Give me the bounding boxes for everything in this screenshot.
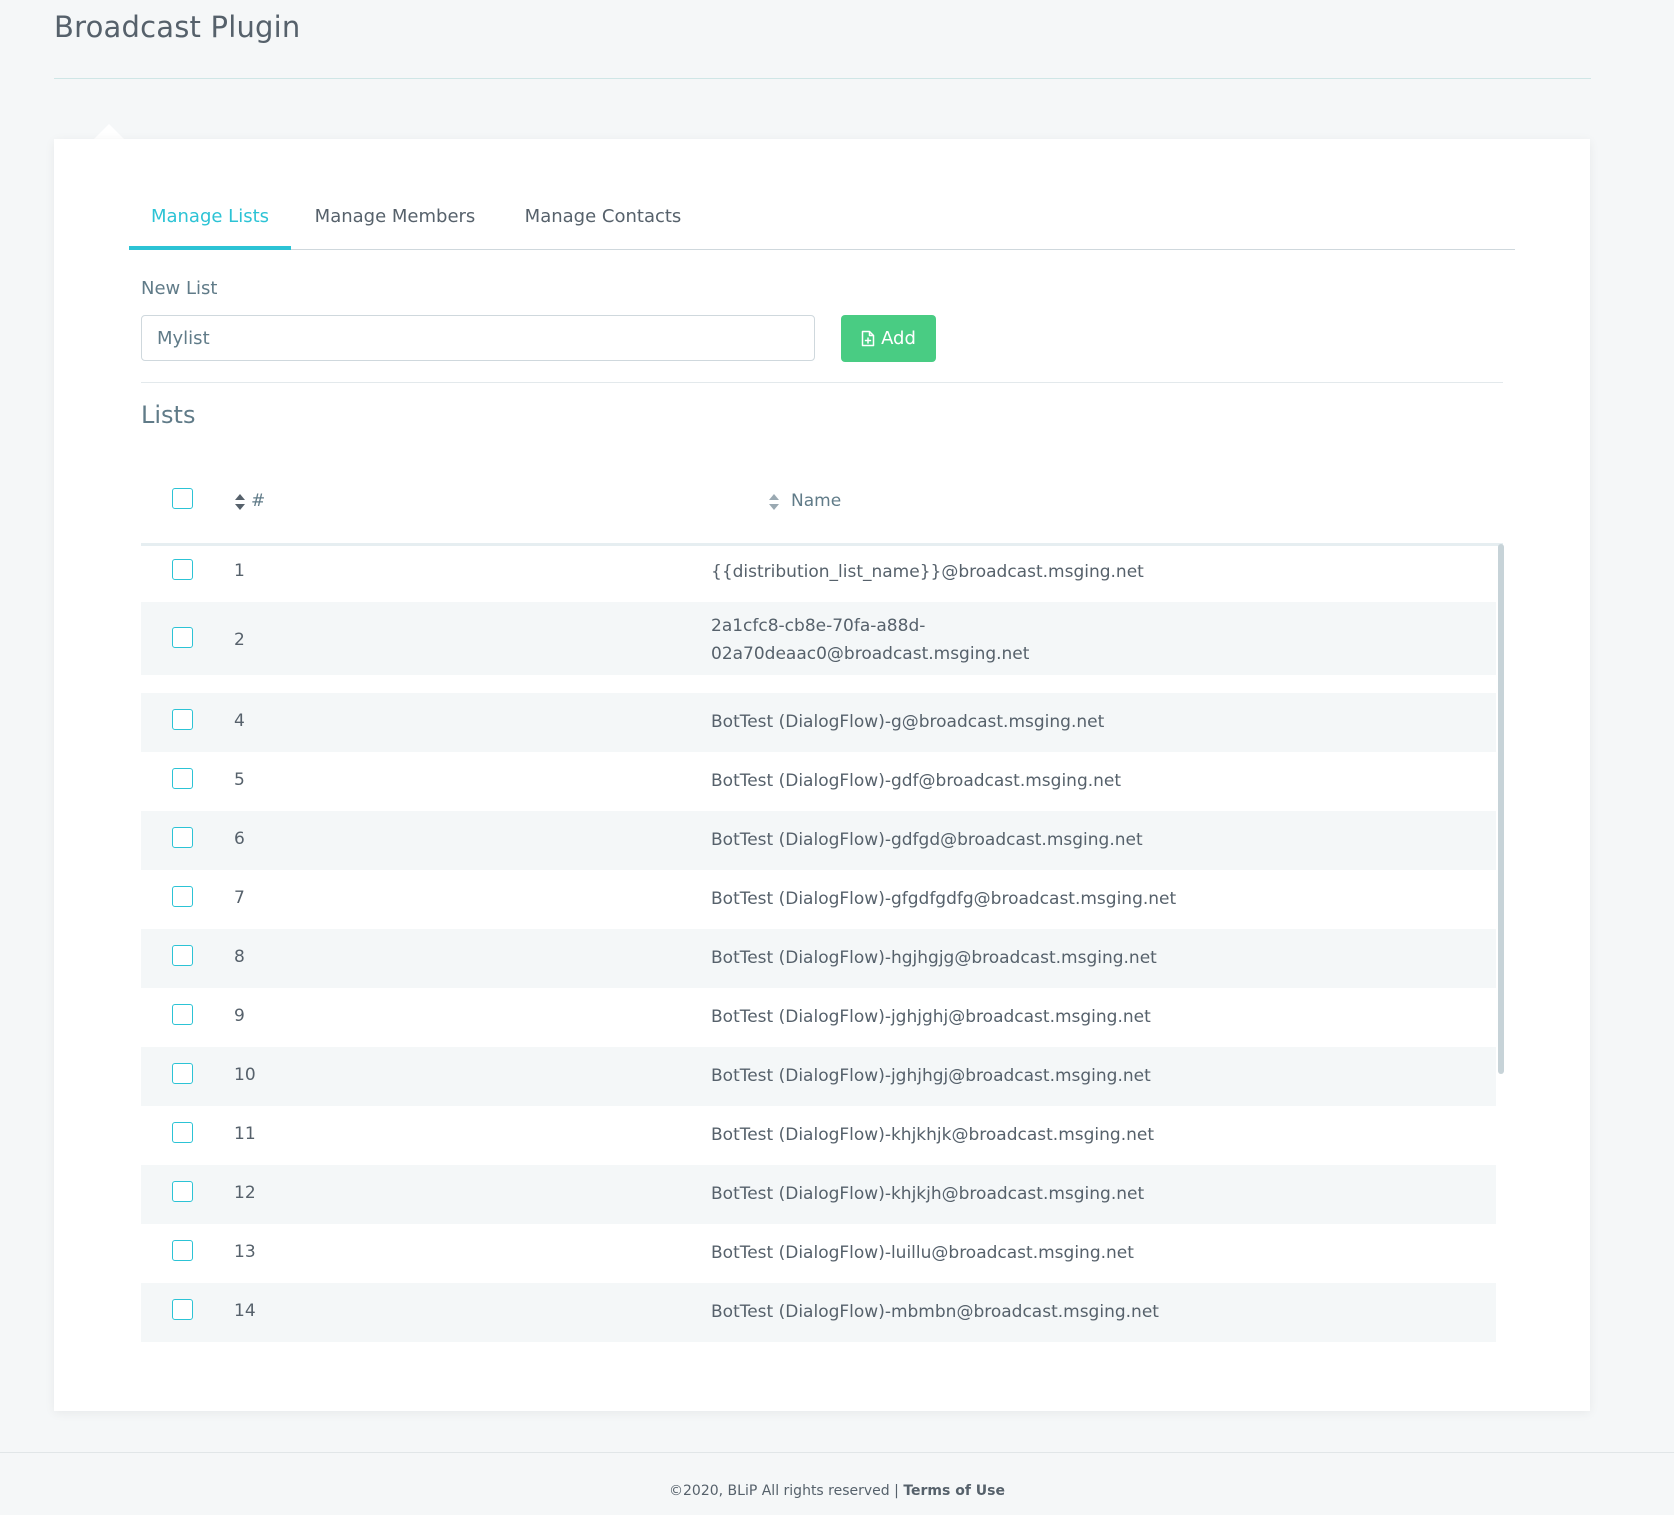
row-number: 10 — [234, 1065, 256, 1085]
row-checkbox[interactable] — [172, 627, 193, 648]
tab-manage-members[interactable]: Manage Members — [312, 188, 478, 249]
main-card: Manage Lists Manage Members Manage Conta… — [54, 139, 1590, 1411]
table-row[interactable]: 4 BotTest (DialogFlow)-g@broadcast.msgin… — [141, 693, 1496, 752]
row-number: 4 — [234, 711, 245, 731]
footer: ©2020, BLiP All rights reserved | Terms … — [0, 1452, 1674, 1515]
terms-of-use-link[interactable]: Terms of Use — [903, 1483, 1005, 1499]
column-header-name[interactable]: Name — [791, 491, 841, 511]
row-number: 9 — [234, 1006, 245, 1026]
row-number: 7 — [234, 888, 245, 908]
table-row[interactable]: 8 BotTest (DialogFlow)-hgjhgjg@broadcast… — [141, 929, 1496, 988]
row-checkbox[interactable] — [172, 827, 193, 848]
sort-icon[interactable] — [768, 492, 780, 512]
row-name: BotTest (DialogFlow)-gdf@broadcast.msgin… — [711, 771, 1122, 791]
active-tab-indicator — [129, 246, 291, 250]
row-name: BotTest (DialogFlow)-jghjhgj@broadcast.m… — [711, 1066, 1151, 1086]
row-name: BotTest (DialogFlow)-khjkhjk@broadcast.m… — [711, 1125, 1154, 1145]
row-number: 11 — [234, 1124, 256, 1144]
table-row[interactable]: 1 {{distribution_list_name}}@broadcast.m… — [141, 543, 1496, 602]
row-name: BotTest (DialogFlow)-hgjhgjg@broadcast.m… — [711, 948, 1157, 968]
row-checkbox[interactable] — [172, 1240, 193, 1261]
table-row[interactable]: 7 BotTest (DialogFlow)-gfgdfgdfg@broadca… — [141, 870, 1496, 929]
sort-icon[interactable] — [234, 492, 246, 512]
table-row[interactable]: 6 BotTest (DialogFlow)-gdfgd@broadcast.m… — [141, 811, 1496, 870]
row-checkbox[interactable] — [172, 1181, 193, 1202]
copyright-text: ©2020, BLiP All rights reserved | — [669, 1483, 899, 1499]
table-row[interactable]: 2 2a1cfc8-cb8e-70fa-a88d- 02a70deaac0@bro… — [141, 602, 1496, 675]
row-checkbox[interactable] — [172, 709, 193, 730]
table-row[interactable]: 11 BotTest (DialogFlow)-khjkhjk@broadcas… — [141, 1106, 1496, 1165]
table-row[interactable]: 9 BotTest (DialogFlow)-jghjghj@broadcast… — [141, 988, 1496, 1047]
column-header-number[interactable]: # — [251, 491, 265, 511]
row-name-line: 2a1cfc8-cb8e-70fa-a88d- — [711, 616, 926, 636]
footer-text: ©2020, BLiP All rights reserved | Terms … — [0, 1483, 1674, 1499]
lists-section-title: Lists — [141, 401, 196, 429]
row-number: 14 — [234, 1301, 256, 1321]
row-name: BotTest (DialogFlow)-g@broadcast.msging.… — [711, 712, 1105, 732]
table-row[interactable]: 12 BotTest (DialogFlow)-khjkjh@broadcast… — [141, 1165, 1496, 1224]
row-number: 12 — [234, 1183, 256, 1203]
row-checkbox[interactable] — [172, 1063, 193, 1084]
row-number: 5 — [234, 770, 245, 790]
add-button-label: Add — [881, 328, 916, 349]
row-number: 8 — [234, 947, 245, 967]
table-row[interactable]: 13 BotTest (DialogFlow)-luillu@broadcast… — [141, 1224, 1496, 1283]
row-checkbox[interactable] — [172, 1122, 193, 1143]
row-name: {{distribution_list_name}}@broadcast.msg… — [711, 562, 1144, 582]
title-divider — [54, 78, 1591, 79]
row-number: 1 — [234, 561, 245, 581]
table-scrollbar[interactable] — [1498, 544, 1504, 1074]
row-checkbox[interactable] — [172, 886, 193, 907]
table-row[interactable]: 10 BotTest (DialogFlow)-jghjhgj@broadcas… — [141, 1047, 1496, 1106]
row-name: BotTest (DialogFlow)-mbmbn@broadcast.msg… — [711, 1302, 1159, 1322]
row-name-line: 02a70deaac0@broadcast.msging.net — [711, 644, 1030, 664]
row-name: 2a1cfc8-cb8e-70fa-a88d- 02a70deaac0@broad… — [711, 612, 1029, 668]
table-row[interactable]: 5 BotTest (DialogFlow)-gdf@broadcast.msg… — [141, 752, 1496, 811]
row-checkbox[interactable] — [172, 945, 193, 966]
add-list-button[interactable]: Add — [841, 315, 936, 362]
row-number: 6 — [234, 829, 245, 849]
row-checkbox[interactable] — [172, 559, 193, 580]
table-row[interactable]: 14 BotTest (DialogFlow)-mbmbn@broadcast.… — [141, 1283, 1496, 1342]
section-divider — [141, 382, 1503, 383]
new-list-label: New List — [141, 278, 218, 299]
tab-bar: Manage Lists Manage Members Manage Conta… — [129, 188, 1515, 250]
row-name: BotTest (DialogFlow)-khjkjh@broadcast.ms… — [711, 1184, 1145, 1204]
tab-manage-lists[interactable]: Manage Lists — [129, 188, 291, 249]
row-name: BotTest (DialogFlow)-gdfgd@broadcast.msg… — [711, 830, 1143, 850]
new-list-input[interactable] — [141, 315, 815, 361]
row-number: 2 — [234, 630, 245, 650]
page-title: Broadcast Plugin — [54, 10, 301, 44]
row-number: 13 — [234, 1242, 256, 1262]
file-add-icon — [861, 330, 875, 347]
row-name: BotTest (DialogFlow)-jghjghj@broadcast.m… — [711, 1007, 1151, 1027]
row-checkbox[interactable] — [172, 1299, 193, 1320]
card-pointer — [94, 124, 124, 139]
select-all-checkbox[interactable] — [172, 488, 193, 509]
row-checkbox[interactable] — [172, 1004, 193, 1025]
lists-table-body: 1 {{distribution_list_name}}@broadcast.m… — [141, 543, 1496, 1343]
row-name: BotTest (DialogFlow)-gfgdfgdfg@broadcast… — [711, 889, 1177, 909]
row-checkbox[interactable] — [172, 768, 193, 789]
table-header: # Name — [141, 441, 1503, 546]
row-name: BotTest (DialogFlow)-luillu@broadcast.ms… — [711, 1243, 1134, 1263]
tab-manage-contacts[interactable]: Manage Contacts — [520, 188, 686, 249]
